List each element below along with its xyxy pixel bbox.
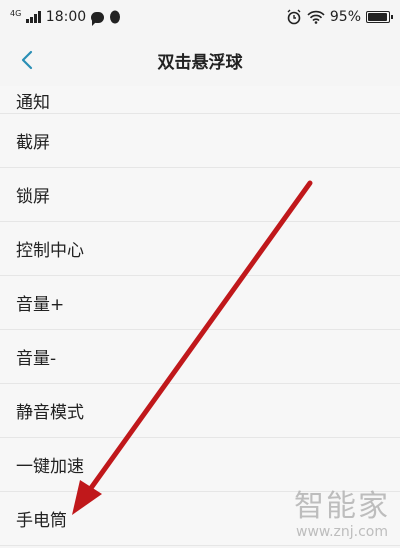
network-type: 4G (10, 9, 22, 18)
option-label: 静音模式 (16, 403, 84, 423)
option-label: 截屏 (16, 133, 50, 153)
signal-icon (26, 11, 41, 23)
option-control-center[interactable]: 控制中心 (0, 222, 400, 276)
battery-percent: 95% (329, 9, 361, 25)
chevron-left-icon (21, 50, 33, 70)
option-one-key-boost[interactable]: 一键加速 (0, 438, 400, 492)
option-list: 通知 截屏 锁屏 控制中心 音量+ 音量- 静音模式 一键加速 手电筒 (0, 86, 400, 546)
message-bubble-icon (91, 11, 105, 26)
status-bar: 4G 18:00 95% (0, 0, 400, 34)
wifi-icon (307, 10, 325, 24)
option-label: 通知 (16, 93, 50, 113)
battery-fill (368, 13, 387, 21)
option-label: 锁屏 (16, 187, 50, 207)
option-silent-mode[interactable]: 静音模式 (0, 384, 400, 438)
option-screenshot[interactable]: 截屏 (0, 114, 400, 168)
title-bar: 双击悬浮球 (0, 34, 400, 86)
option-label: 音量- (16, 349, 57, 369)
status-time: 18:00 (45, 9, 87, 25)
page-title: 双击悬浮球 (157, 52, 243, 73)
option-label: 控制中心 (16, 241, 84, 261)
alarm-icon (287, 9, 301, 25)
option-label: 一键加速 (16, 457, 84, 477)
penguin-icon (110, 10, 121, 24)
option-notification[interactable]: 通知 (0, 86, 400, 114)
option-lock-screen[interactable]: 锁屏 (0, 168, 400, 222)
status-right: 95% (286, 9, 393, 25)
option-volume-down[interactable]: 音量- (0, 330, 400, 384)
watermark-url: www.znj.com (296, 524, 388, 540)
option-label: 音量+ (16, 295, 65, 315)
status-left: 4G 18:00 (10, 9, 121, 26)
watermark: 智能家 www.znj.com (294, 489, 390, 541)
option-label: 手电筒 (16, 511, 67, 531)
back-button[interactable] (14, 46, 42, 74)
option-volume-up[interactable]: 音量+ (0, 276, 400, 330)
watermark-name: 智能家 (294, 489, 390, 524)
battery-icon (366, 11, 393, 23)
